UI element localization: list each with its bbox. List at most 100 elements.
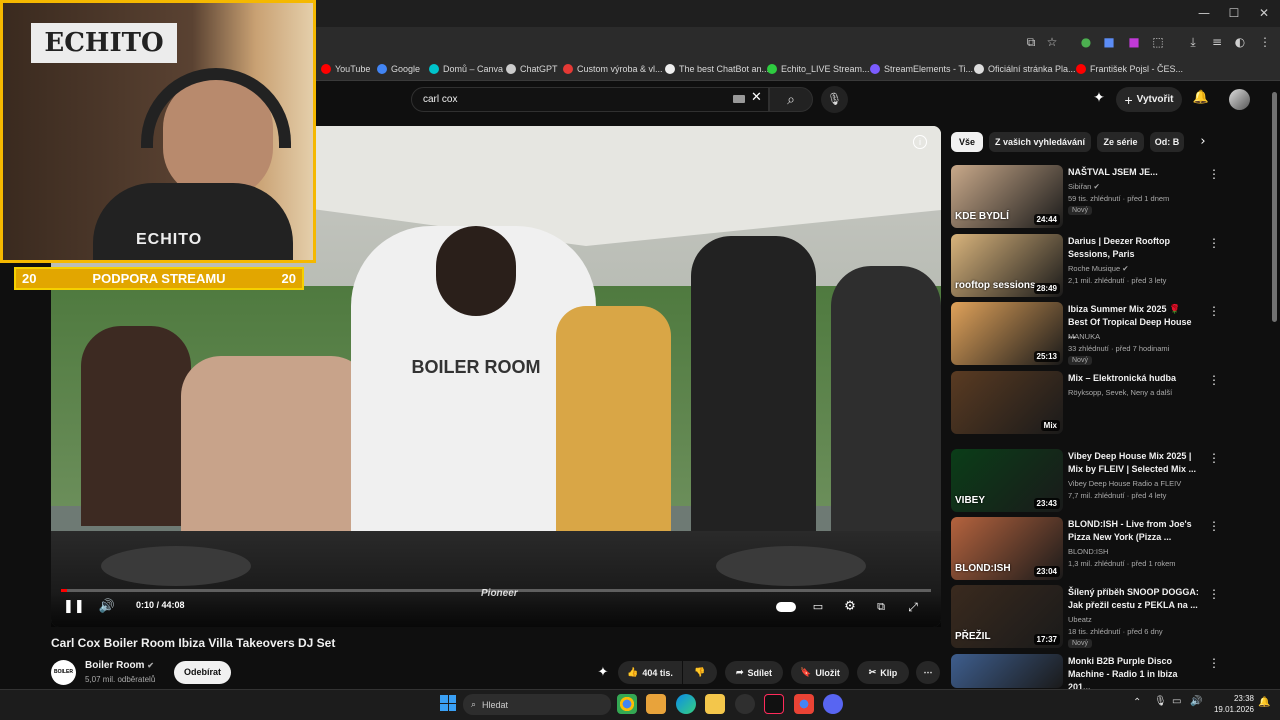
recommendation-channel[interactable]: Roche Musique ✔ — [1068, 263, 1208, 275]
bookmark-star-icon[interactable]: ☆ — [1043, 33, 1061, 51]
dislike-button[interactable]: 👎 — [683, 661, 717, 684]
share-button[interactable]: ➦ Sdílet — [725, 661, 783, 684]
extensions-puzzle-icon[interactable]: ⬚ — [1149, 33, 1167, 51]
bookmark-item[interactable]: Oficiální stránka Pla... — [974, 61, 1076, 77]
scrollbar[interactable] — [1272, 92, 1277, 322]
reading-list-icon[interactable]: ≡ — [1208, 33, 1226, 51]
progress-bar[interactable] — [61, 589, 931, 592]
recommendation-channel[interactable]: BLOND:ISH — [1068, 546, 1208, 558]
more-options-icon[interactable]: ⋮ — [1208, 587, 1220, 601]
minimize-button[interactable]: — — [1191, 4, 1217, 22]
recommendation-channel[interactable]: Ubeatz — [1068, 614, 1208, 626]
browser-menu-icon[interactable]: ⋮ — [1256, 33, 1274, 51]
recommendation-thumbnail[interactable]: KDE BYDLÍ 24:44 — [951, 165, 1063, 228]
file-explorer-icon[interactable] — [705, 694, 725, 714]
tray-network-icon[interactable]: ▭ — [1172, 696, 1181, 707]
bookmark-item[interactable]: StreamElements - Ti... — [870, 61, 973, 77]
recommendation-thumbnail[interactable]: 25:13 — [951, 302, 1063, 365]
recommendation-thumbnail[interactable]: Mix — [951, 371, 1063, 434]
install-app-icon[interactable]: ⧉ — [1022, 33, 1040, 51]
bookmark-item[interactable]: The best ChatBot an... — [665, 61, 769, 77]
windows-start-icon[interactable] — [440, 695, 456, 711]
account-avatar[interactable] — [1229, 89, 1250, 110]
clear-search-icon[interactable]: ✕ — [751, 90, 762, 105]
voice-search-button[interactable]: 🎙 — [821, 86, 848, 113]
recommendation-thumbnail[interactable]: VIBEY 23:43 — [951, 449, 1063, 512]
recommendation-title[interactable]: BLOND:ISH - Live from Joe's Pizza New Yo… — [1068, 518, 1200, 544]
recommendation-title[interactable]: NAŠTVAL JSEM JE... — [1068, 166, 1200, 179]
more-options-icon[interactable]: ⋮ — [1208, 167, 1220, 181]
store-app-icon[interactable] — [646, 694, 666, 714]
recommendation-title[interactable]: Mix – Elektronická hudba — [1068, 372, 1200, 385]
bookmark-item[interactable]: ChatGPT — [506, 61, 558, 77]
recommendation-channel[interactable]: Röyksopp, Sevek, Neny a další — [1068, 387, 1208, 399]
chevron-right-icon[interactable]: › — [1195, 134, 1211, 150]
channel-avatar[interactable]: BOILER ROOM — [51, 660, 76, 700]
channel-name[interactable]: Boiler Room ✔ — [85, 660, 154, 671]
ask-ai-icon[interactable]: ✦ — [594, 665, 612, 681]
clip-button[interactable]: ✂ Klip — [857, 661, 909, 684]
search-input[interactable] — [423, 90, 723, 108]
chip-all[interactable]: Vše — [951, 132, 983, 152]
extension-shield-icon[interactable]: ● — [1077, 33, 1095, 51]
more-options-icon[interactable]: ⋮ — [1208, 656, 1220, 670]
chip-from-channel[interactable]: Od: B — [1150, 132, 1184, 152]
chip-from-searches[interactable]: Z vašich vyhledávání — [989, 132, 1091, 152]
chip-series[interactable]: Ze série — [1097, 132, 1144, 152]
subtitles-icon[interactable]: ▭ — [808, 598, 828, 616]
keyboard-icon[interactable] — [733, 95, 745, 103]
more-options-icon[interactable]: ⋮ — [1208, 236, 1220, 250]
more-options-icon[interactable]: ⋮ — [1208, 304, 1220, 318]
maximize-button[interactable]: ☐ — [1221, 4, 1247, 22]
recommendation-thumbnail[interactable]: BLOND:ISH 23:04 — [951, 517, 1063, 580]
like-button[interactable]: 👍 404 tis. — [618, 661, 682, 684]
recommendation-title[interactable]: Darius | Deezer Rooftop Sessions, Paris — [1068, 235, 1200, 261]
recommendation-title[interactable]: Šílený příběh SNOOP DOGGA: Jak přežil ce… — [1068, 586, 1200, 612]
search-button[interactable]: ⌕ — [769, 87, 813, 112]
bookmark-item[interactable]: YouTube — [321, 61, 370, 77]
pause-button[interactable]: ❚❚ — [63, 598, 85, 616]
bookmark-item[interactable]: František Pojsl - ČES... — [1076, 61, 1183, 77]
more-actions-button[interactable]: ⋯ — [916, 661, 940, 684]
chrome-app-icon[interactable] — [617, 694, 637, 714]
taskbar-clock[interactable]: 23:38 19.01.2026 — [1212, 693, 1254, 715]
obs-app-icon[interactable] — [735, 694, 755, 714]
download-icon[interactable]: ⤓ — [1184, 33, 1202, 51]
miniplayer-icon[interactable]: ⧉ — [871, 598, 891, 616]
more-options-icon[interactable]: ⋮ — [1208, 373, 1220, 387]
close-button[interactable]: ✕ — [1251, 4, 1277, 22]
extension-purple-icon[interactable]: ■ — [1125, 33, 1143, 51]
extension-translate-icon[interactable]: ■ — [1100, 33, 1118, 51]
edge-app-icon[interactable] — [676, 694, 696, 714]
gemini-sparkle-icon[interactable]: ✦ — [1090, 90, 1108, 108]
tray-mic-icon[interactable]: 🎙 — [1154, 696, 1167, 707]
profile-avatar-icon[interactable]: ◐ — [1231, 33, 1249, 51]
recommendation-channel[interactable]: Vibey Deep House Radio a FLEIV — [1068, 478, 1208, 490]
subscribe-button[interactable]: Odebírat — [174, 661, 231, 684]
bookmark-item[interactable]: Google — [377, 61, 420, 77]
recommendation-channel[interactable]: Sibiřan ✔ — [1068, 181, 1208, 193]
bookmark-item[interactable]: Custom výroba & vl... — [563, 61, 663, 77]
tiktok-app-icon[interactable] — [764, 694, 784, 714]
taskbar-search[interactable]: ⌕ Hledat — [463, 694, 611, 715]
bookmark-item[interactable]: Echito_LIVE Stream... — [767, 61, 870, 77]
discord-app-icon[interactable] — [823, 694, 843, 714]
settings-gear-icon[interactable]: ⚙ — [840, 598, 860, 616]
recommendation-channel[interactable]: MANUKA — [1068, 331, 1208, 343]
tray-volume-icon[interactable]: 🔊 — [1190, 696, 1202, 707]
notifications-bell-icon[interactable]: 🔔 — [1192, 90, 1210, 108]
recommendation-thumbnail[interactable]: rooftop sessions 28:49 — [951, 234, 1063, 297]
recommendation-title[interactable]: Vibey Deep House Mix 2025 | Mix by FLEIV… — [1068, 450, 1200, 476]
bookmark-item[interactable]: Domů – Canva — [429, 61, 503, 77]
volume-icon[interactable]: 🔊 — [97, 598, 117, 616]
more-options-icon[interactable]: ⋮ — [1208, 519, 1220, 533]
recommendation-thumbnail[interactable]: PŘEŽIL 17:37 — [951, 585, 1063, 648]
chrome-profile-icon[interactable] — [794, 694, 814, 714]
fullscreen-icon[interactable]: ⤢ — [903, 598, 923, 616]
info-icon[interactable]: i — [913, 135, 927, 149]
more-options-icon[interactable]: ⋮ — [1208, 451, 1220, 465]
autoplay-toggle[interactable] — [775, 598, 797, 616]
create-button[interactable]: + Vytvořit — [1116, 87, 1182, 112]
recommendation-thumbnail[interactable] — [951, 654, 1063, 688]
tray-chevron-icon[interactable]: ⌃ — [1133, 697, 1141, 708]
